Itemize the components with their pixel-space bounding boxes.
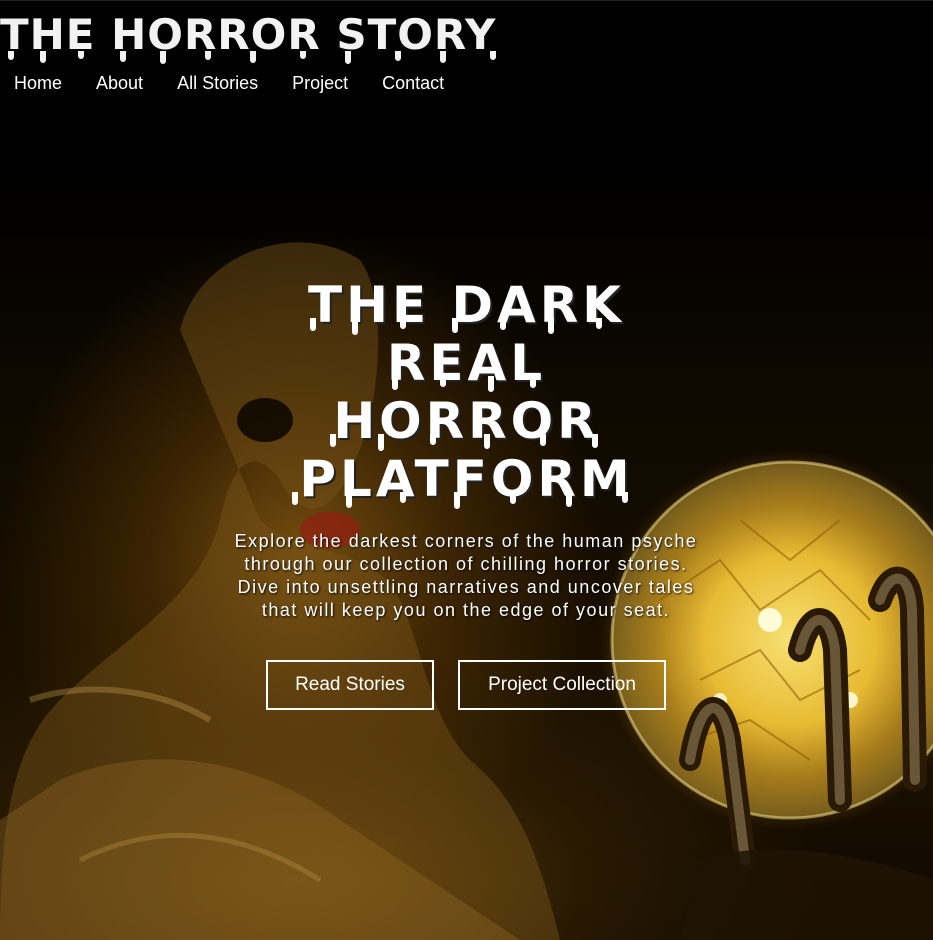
nav-contact[interactable]: Contact bbox=[382, 73, 444, 93]
hero-title-line: PLATFORM bbox=[299, 450, 634, 508]
logo-text: THE HORROR STORY bbox=[0, 10, 497, 59]
main-nav: Home About All Stories Project Contact bbox=[14, 73, 478, 93]
site-header: THE HORROR STORY Home About All Stories … bbox=[0, 0, 933, 97]
read-stories-button[interactable]: Read Stories bbox=[266, 660, 434, 710]
nav-about[interactable]: About bbox=[96, 73, 143, 93]
hero-title-line: REAL bbox=[386, 334, 547, 392]
nav-home[interactable]: Home bbox=[14, 73, 62, 93]
hero-title-line: HORROR bbox=[333, 392, 600, 450]
hero-title: THE DARK REAL HORROR PLATFORM bbox=[200, 276, 733, 508]
hero-title-line: THE DARK bbox=[308, 276, 625, 334]
site-logo[interactable]: THE HORROR STORY bbox=[0, 10, 497, 64]
nav-all-stories[interactable]: All Stories bbox=[177, 73, 258, 93]
project-collection-button[interactable]: Project Collection bbox=[458, 660, 666, 710]
hero-description: Explore the darkest corners of the human… bbox=[234, 531, 698, 620]
nav-project[interactable]: Project bbox=[292, 73, 348, 93]
